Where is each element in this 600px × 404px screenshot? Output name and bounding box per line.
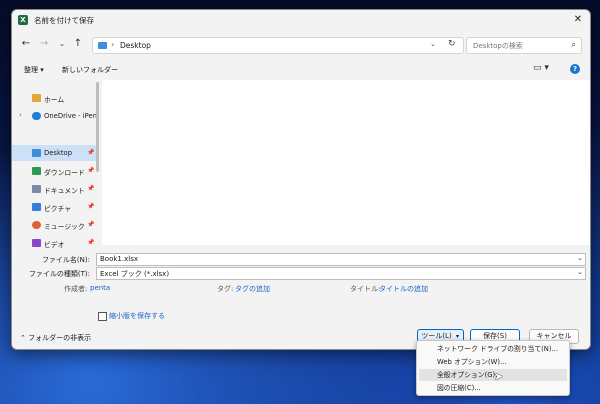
breadcrumb-separator: › xyxy=(111,40,115,49)
title-value[interactable]: タイトルの追加 xyxy=(379,284,428,294)
chevron-down-icon[interactable]: ⌄ xyxy=(577,254,583,262)
save-thumbnail-label[interactable]: 縮小版を保存する xyxy=(109,311,165,321)
nav-item-home[interactable]: ホーム xyxy=(12,90,96,106)
tools-label: ツール(L) xyxy=(421,332,452,340)
search-input[interactable]: Desktopの検索 xyxy=(473,41,523,51)
filetype-select[interactable]: Excel ブック (*.xlsx) ⌄ xyxy=(96,267,586,280)
nav-item-label: ダウンロード xyxy=(44,169,85,177)
command-toolbar: 整理 ▾ 新しいフォルダー ▭ ▾ ? xyxy=(12,62,590,78)
new-folder-button[interactable]: 新しいフォルダー xyxy=(62,65,118,75)
nav-item-pictures[interactable]: ピクチャ 📌 xyxy=(12,199,96,215)
cloud-icon xyxy=(32,112,41,120)
menu-item-map-network-drive[interactable]: ネットワーク ドライブの割り当て(N)... xyxy=(419,343,567,355)
nav-item-downloads[interactable]: ダウンロード 📌 xyxy=(12,163,96,179)
nav-item-label: ドキュメント xyxy=(44,187,85,195)
filetype-value[interactable]: Excel ブック (*.xlsx) xyxy=(100,269,169,279)
forward-button[interactable]: → xyxy=(38,37,50,51)
menu-item-general-options[interactable]: 全般オプション(G)... xyxy=(419,369,567,381)
address-dropdown-icon[interactable]: ⌄ xyxy=(430,40,436,48)
close-button[interactable]: ✕ xyxy=(571,13,585,27)
nav-item-documents[interactable]: ドキュメント 📌 xyxy=(12,181,96,197)
up-button[interactable]: ↑ xyxy=(72,37,84,51)
music-icon xyxy=(32,221,41,229)
pin-icon: 📌 xyxy=(87,239,95,246)
folder-icon xyxy=(98,42,107,49)
mouse-cursor-icon: ➤ xyxy=(494,370,504,383)
filename-field[interactable]: Book1.xlsx ⌄ xyxy=(96,253,586,266)
chevron-down-icon: ⌄ xyxy=(59,40,65,48)
nav-item-label: ミュージック xyxy=(44,223,85,231)
picture-icon xyxy=(32,203,41,211)
breadcrumb-desktop[interactable]: Desktop xyxy=(120,41,151,50)
nav-item-onedrive[interactable]: › OneDrive - iPen xyxy=(12,108,97,124)
save-form: ファイル名(N): Book1.xlsx ⌄ ファイルの種類(T): Excel… xyxy=(12,248,590,322)
chevron-down-icon[interactable]: ⌄ xyxy=(577,268,583,276)
help-icon[interactable]: ? xyxy=(570,64,580,74)
pin-icon: 📌 xyxy=(87,203,95,210)
arrow-up-icon: ↑ xyxy=(73,38,83,49)
desktop-icon xyxy=(32,149,41,157)
arrow-left-icon: ← xyxy=(21,38,31,49)
pin-icon: 📌 xyxy=(87,149,95,156)
download-icon xyxy=(32,167,41,175)
tags-value[interactable]: タグの追加 xyxy=(235,284,270,294)
arrow-right-icon: → xyxy=(39,38,49,49)
filetype-label: ファイルの種類(T): xyxy=(28,270,90,278)
chevron-right-icon[interactable]: › xyxy=(19,111,22,119)
nav-item-music[interactable]: ミュージック 📌 xyxy=(12,217,96,233)
refresh-icon[interactable]: ↻ xyxy=(448,39,456,49)
home-icon xyxy=(32,94,41,102)
pin-icon: 📌 xyxy=(87,167,95,174)
view-options-icon[interactable]: ▭ ▾ xyxy=(533,63,549,73)
titlebar: X 名前を付けて保存 ✕ xyxy=(12,10,590,30)
tags-label: タグ: xyxy=(217,285,234,293)
nav-item-label: OneDrive - iPen xyxy=(44,112,97,120)
hide-folders-label: フォルダーの非表示 xyxy=(28,334,92,342)
nav-item-label: ピクチャ xyxy=(44,205,72,213)
organize-button[interactable]: 整理 ▾ xyxy=(24,65,44,75)
back-button[interactable]: ← xyxy=(20,37,32,51)
author-value[interactable]: penta xyxy=(90,284,110,292)
file-list[interactable] xyxy=(102,80,590,245)
nav-item-label: Desktop xyxy=(44,149,73,157)
nav-item-label: ホーム xyxy=(44,96,65,104)
author-label: 作成者: xyxy=(64,285,88,293)
window-title: 名前を付けて保存 xyxy=(34,16,94,25)
tools-menu: ネットワーク ドライブの割り当て(N)... Web オプション(W)... 全… xyxy=(416,340,570,396)
navigation-bar: ← → ⌄ ↑ › Desktop ⌄ ↻ Desktopの検索 ⌕ xyxy=(12,33,590,55)
save-as-dialog: X 名前を付けて保存 ✕ ← → ⌄ ↑ › Desktop ⌄ ↻ Deskt… xyxy=(11,9,591,350)
menu-item-compress-pictures[interactable]: 図の圧縮(C)... xyxy=(419,382,567,394)
recent-locations-button[interactable]: ⌄ xyxy=(56,37,68,51)
pin-icon: 📌 xyxy=(87,185,95,192)
document-icon xyxy=(32,185,41,193)
pin-icon: 📌 xyxy=(87,221,95,228)
search-icon: ⌕ xyxy=(571,40,576,49)
nav-item-desktop[interactable]: Desktop 📌 xyxy=(12,145,96,161)
hide-folders-button[interactable]: ⌃ フォルダーの非表示 xyxy=(20,333,91,343)
video-icon xyxy=(32,239,41,247)
menu-item-web-options[interactable]: Web オプション(W)... xyxy=(419,356,567,368)
navigation-scrollbar[interactable] xyxy=(96,82,99,172)
search-box[interactable]: Desktopの検索 ⌕ xyxy=(466,37,582,54)
title-label: タイトル: xyxy=(350,285,381,293)
excel-app-icon: X xyxy=(18,15,28,25)
address-bar[interactable]: › Desktop ⌄ ↻ xyxy=(92,37,464,54)
navigation-pane: ホーム › OneDrive - iPen Desktop 📌 ダウンロード 📌… xyxy=(12,80,100,249)
filename-label: ファイル名(N): xyxy=(41,256,90,264)
filename-value[interactable]: Book1.xlsx xyxy=(100,255,138,263)
save-thumbnail-checkbox[interactable] xyxy=(98,312,107,321)
chevron-up-icon: ⌃ xyxy=(20,334,29,342)
